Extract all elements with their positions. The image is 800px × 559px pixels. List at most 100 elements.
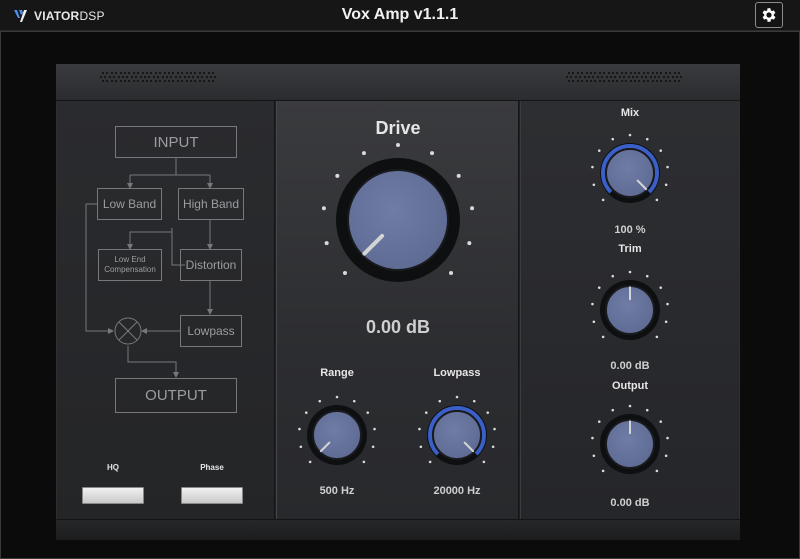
lowpass-label: Lowpass — [433, 367, 481, 379]
output-knob[interactable] — [583, 404, 677, 484]
device-bottom-bar — [56, 519, 740, 540]
app-title: Vox Amp v1.1.1 — [341, 6, 459, 23]
knob-tick-dot — [659, 149, 663, 152]
output-value: 0.00 dB — [610, 497, 650, 509]
knob-tick-dot — [601, 335, 605, 339]
knob-tick-dot — [419, 445, 423, 449]
trim-value: 0.00 dB — [610, 360, 650, 372]
knob-tick-dot — [645, 137, 649, 141]
low-end-line-2: Compensation — [104, 265, 156, 274]
knob-tick-dot — [486, 411, 490, 414]
output-knob-graphic — [591, 404, 669, 474]
knob-tick-dot — [611, 408, 615, 412]
trim-knob-graphic — [591, 270, 669, 340]
phase-label: Phase — [200, 463, 224, 472]
range-knob[interactable] — [290, 395, 384, 475]
knob-tick-dot — [493, 427, 496, 431]
knob-tick-dot — [299, 445, 303, 449]
knob-tick-dot — [628, 404, 632, 408]
flow-high-band-box: High Band — [178, 188, 244, 220]
knob-tick-dot — [335, 173, 340, 178]
output-label: Output — [611, 380, 649, 392]
range-value: 500 Hz — [319, 485, 355, 497]
knob-tick-dot — [597, 420, 601, 423]
header-bar: VIATORDSP Vox Amp v1.1.1 — [0, 0, 800, 31]
knob-tick-dot — [418, 427, 421, 431]
knob-tick-dot — [664, 454, 668, 458]
knob-tick-dot — [456, 173, 461, 178]
knob-tick-dot — [424, 411, 428, 414]
knob-tick-dot — [628, 270, 632, 274]
flow-lowpass-box: Lowpass — [180, 315, 242, 347]
knob-tick-dot — [645, 274, 649, 278]
mix-label: Mix — [620, 107, 640, 119]
knob-tick-dot — [491, 445, 495, 449]
knob-tick-dot — [352, 399, 356, 403]
knob-tick-dot — [597, 286, 601, 289]
flow-low-band-box: Low Band — [97, 188, 162, 220]
flow-output-box: OUTPUT — [115, 378, 237, 413]
drive-knob-graphic — [321, 143, 475, 282]
knob-tick-dot — [373, 427, 376, 431]
knob-tick-dot — [371, 445, 375, 449]
knob-tick-dot — [308, 460, 312, 464]
knob-tick-dot — [592, 183, 596, 187]
knob-tick-dot — [659, 286, 663, 289]
knob-tick-dot — [342, 271, 347, 276]
drive-label: Drive — [375, 118, 421, 138]
knob-tick-dot — [666, 302, 669, 306]
knob-tick-dot — [666, 436, 669, 440]
knob-tick-dot — [645, 408, 649, 412]
low-end-line-1: Low End — [114, 255, 146, 264]
flow-input-box: INPUT — [115, 126, 237, 158]
knob-tick-dot — [655, 469, 659, 473]
settings-button[interactable] — [755, 2, 783, 28]
knob-tick-dot — [366, 411, 370, 414]
knob-tick-dot — [304, 411, 308, 414]
knob-tick-dot — [455, 395, 459, 399]
mix-knob-graphic — [591, 133, 669, 203]
knob-tick-dot — [611, 274, 615, 278]
knob-tick-dot — [597, 149, 601, 152]
knob-tick-dot — [592, 454, 596, 458]
knob-tick-dot — [664, 183, 668, 187]
mix-knob[interactable] — [583, 133, 677, 213]
knob-tick-dot — [482, 460, 486, 464]
knob-tick-dot — [659, 420, 663, 423]
lowpass-knob-graphic — [418, 395, 496, 465]
range-knob-graphic — [298, 395, 376, 465]
knob-tick-dot — [591, 302, 594, 306]
phase-toggle[interactable] — [181, 487, 243, 504]
knob-tick-dot — [335, 395, 339, 399]
knob-tick-dot — [324, 241, 329, 246]
range-label: Range — [320, 367, 354, 379]
hq-toggle[interactable] — [82, 487, 144, 504]
knob-tick-dot — [298, 427, 301, 431]
hq-label: HQ — [107, 463, 119, 472]
knob-tick-dot — [472, 399, 476, 403]
knob-tick-dot — [428, 460, 432, 464]
knob-tick-dot — [438, 399, 442, 403]
gear-icon — [762, 8, 776, 22]
knob-tick-dot — [318, 399, 322, 403]
knob-tick-dot — [601, 469, 605, 473]
knob-tick-dot — [611, 137, 615, 141]
knob-tick-dot — [592, 320, 596, 324]
trim-knob[interactable] — [583, 270, 677, 350]
knob-tick-dot — [430, 151, 435, 156]
knob-tick-dot — [361, 151, 366, 156]
trim-label: Trim — [618, 243, 642, 255]
knob-tick-dot — [449, 271, 454, 276]
knob-tick-dot — [591, 165, 594, 169]
knob-tick-dot — [396, 143, 400, 147]
drive-knob[interactable] — [318, 143, 478, 303]
flow-distortion-box: Distortion — [180, 249, 242, 281]
knob-tick-dot — [601, 198, 605, 202]
knob-tick-dot — [467, 241, 472, 246]
knob-tick-dot — [655, 198, 659, 202]
device-top-bar — [56, 64, 740, 101]
lowpass-value: 20000 Hz — [433, 485, 481, 497]
lowpass-knob[interactable] — [410, 395, 504, 475]
knob-tick-dot — [362, 460, 366, 464]
knob-tick-dot — [321, 206, 326, 211]
